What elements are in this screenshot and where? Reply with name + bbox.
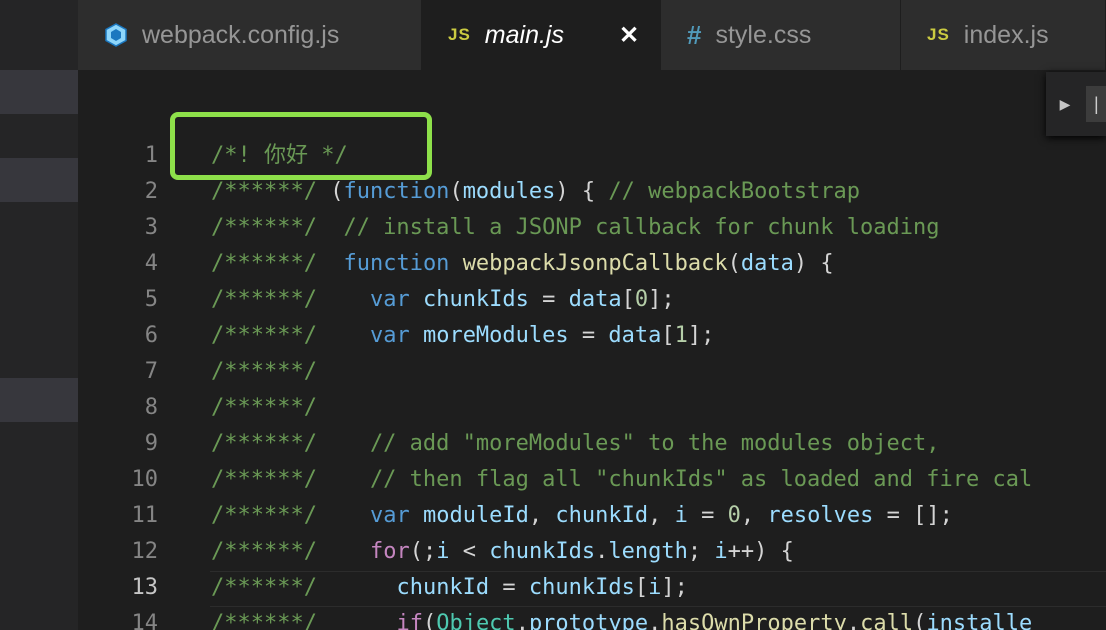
code-line[interactable]: 10 /******/ // then flag all "chunkIds" …	[78, 462, 1106, 498]
code-line[interactable]: 12 /******/ for(;i < chunkIds.length; i+…	[78, 534, 1106, 570]
code-line[interactable]: 9 /******/ // add "moreModules" to the m…	[78, 426, 1106, 462]
line-code: /******/ // install a JSONP callback for…	[211, 215, 940, 240]
close-icon[interactable]: ✕	[614, 20, 644, 50]
line-number: 2	[144, 179, 158, 204]
explorer-sidebar	[0, 0, 78, 630]
css-hash-icon: #	[687, 19, 702, 50]
line-code: /******/ if(Object.prototype.hasOwnPrope…	[211, 611, 1033, 630]
js-icon: JS	[448, 25, 471, 44]
code-editor[interactable]: 1 /*! 你好 */ 2 /******/ (function(modules…	[78, 70, 1106, 630]
sidebar-row-selected[interactable]	[0, 158, 78, 202]
tab-index-js[interactable]: JS index.js	[901, 0, 1106, 70]
line-number: 3	[144, 215, 158, 240]
line-number: 12	[131, 539, 159, 564]
webpack-icon	[104, 23, 128, 47]
line-number: 11	[131, 503, 159, 528]
line-code: /******/ function webpackJsonpCallback(d…	[211, 251, 834, 276]
tab-style-css[interactable]: # style.css	[661, 0, 901, 70]
tab-webpack-config[interactable]: webpack.config.js	[78, 0, 422, 70]
find-widget: ▶ |	[1046, 72, 1106, 136]
line-number: 14	[131, 611, 159, 630]
line-code: /******/ var moreModules = data[1];	[211, 323, 715, 348]
sidebar-row[interactable]	[0, 70, 78, 114]
line-number: 7	[144, 359, 158, 384]
line-number: 10	[131, 467, 159, 492]
code-line[interactable]: 14 /******/ if(Object.prototype.hasOwnPr…	[78, 606, 1106, 630]
tab-main-js[interactable]: JS main.js ✕	[422, 0, 661, 70]
line-code: /******/ chunkId = chunkIds[i];	[211, 575, 688, 600]
line-code: /******/	[211, 395, 317, 420]
line-code: /******/ var chunkIds = data[0];	[211, 287, 675, 312]
line-number: 5	[144, 287, 158, 312]
line-number: 6	[144, 323, 158, 348]
code-line[interactable]: 3 /******/ // install a JSONP callback f…	[78, 210, 1106, 246]
sidebar-row[interactable]	[0, 378, 78, 422]
code-line[interactable]: 11 /******/ var moduleId, chunkId, i = 0…	[78, 498, 1106, 534]
line-number: 1	[144, 143, 158, 168]
line-number: 4	[144, 251, 158, 276]
annotation-highlight-box	[170, 112, 432, 180]
line-code: /******/ // then flag all "chunkIds" as …	[211, 467, 1033, 492]
code-line-current[interactable]: 13 /******/ chunkId = chunkIds[i];	[78, 570, 1106, 606]
tab-label: webpack.config.js	[142, 20, 340, 49]
line-code: /******/ // add "moreModules" to the mod…	[211, 431, 940, 456]
line-number: 9	[144, 431, 158, 456]
find-input[interactable]: |	[1086, 86, 1106, 122]
code-line[interactable]: 7 /******/	[78, 354, 1106, 390]
tab-label: style.css	[715, 20, 812, 49]
editor-tab-bar: webpack.config.js JS main.js ✕ # style.c…	[78, 0, 1106, 70]
line-code: /******/ var moduleId, chunkId, i = 0, r…	[211, 503, 953, 528]
code-line[interactable]: 5 /******/ var chunkIds = data[0];	[78, 282, 1106, 318]
line-code: /******/ for(;i < chunkIds.length; i++) …	[211, 539, 794, 564]
line-code: /******/	[211, 359, 317, 384]
code-line[interactable]: 4 /******/ function webpackJsonpCallback…	[78, 246, 1106, 282]
line-number: 8	[144, 395, 158, 420]
tab-label: index.js	[963, 20, 1049, 49]
line-number: 13	[131, 575, 159, 600]
code-line[interactable]: 6 /******/ var moreModules = data[1];	[78, 318, 1106, 354]
code-line[interactable]: 8 /******/	[78, 390, 1106, 426]
toggle-replace-icon[interactable]: ▶	[1058, 92, 1072, 116]
js-icon: JS	[927, 25, 950, 44]
tab-label: main.js	[484, 20, 564, 49]
